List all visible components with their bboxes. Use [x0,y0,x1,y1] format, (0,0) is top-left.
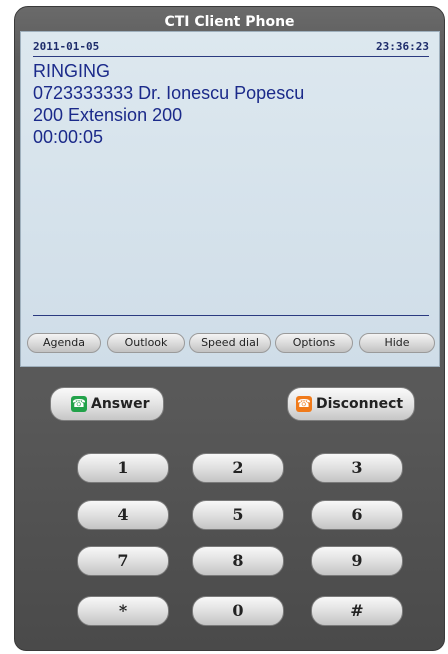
display-divider-top [33,56,429,57]
hide-button[interactable]: Hide [359,333,435,353]
display-header: 2011-01-05 23:36:23 [33,40,429,56]
key-5[interactable]: 5 [192,500,284,530]
key-6[interactable]: 6 [311,500,403,530]
speed-dial-button[interactable]: Speed dial [189,333,271,353]
key-1[interactable]: 1 [77,453,169,483]
extension-info: 200 Extension 200 [33,105,183,125]
key-8[interactable]: 8 [192,546,284,576]
key-2[interactable]: 2 [192,453,284,483]
menu-bar: Agenda Outlook Speed dial Options Hide [27,333,437,355]
key-3[interactable]: 3 [311,453,403,483]
call-status: RINGING [33,61,111,81]
call-duration: 00:00:05 [33,127,104,147]
phone-answer-icon: ☎ [71,396,87,412]
call-display: 2011-01-05 23:36:23 RINGING 0723333333 D… [20,31,440,367]
call-time: 23:36:23 [376,40,429,53]
agenda-button[interactable]: Agenda [27,333,101,353]
phone-hangup-icon: ☎ [296,396,312,412]
key-4[interactable]: 4 [77,500,169,530]
disconnect-button[interactable]: ☎ Disconnect [287,387,415,421]
call-date: 2011-01-05 [33,40,100,53]
caller-info: 0723333333 Dr. Ionescu Popescu [33,83,305,103]
outlook-button[interactable]: Outlook [107,333,185,353]
key-0[interactable]: 0 [192,596,284,626]
answer-label: Answer [91,396,150,412]
answer-button[interactable]: ☎ Answer [50,387,164,421]
key-9[interactable]: 9 [311,546,403,576]
key-hash[interactable]: # [311,596,403,626]
key-7[interactable]: 7 [77,546,169,576]
display-divider-bottom [33,315,429,316]
disconnect-label: Disconnect [316,396,404,412]
call-info: RINGING 0723333333 Dr. Ionescu Popescu 2… [33,60,429,148]
options-button[interactable]: Options [275,333,353,353]
key-star[interactable]: * [77,596,169,626]
